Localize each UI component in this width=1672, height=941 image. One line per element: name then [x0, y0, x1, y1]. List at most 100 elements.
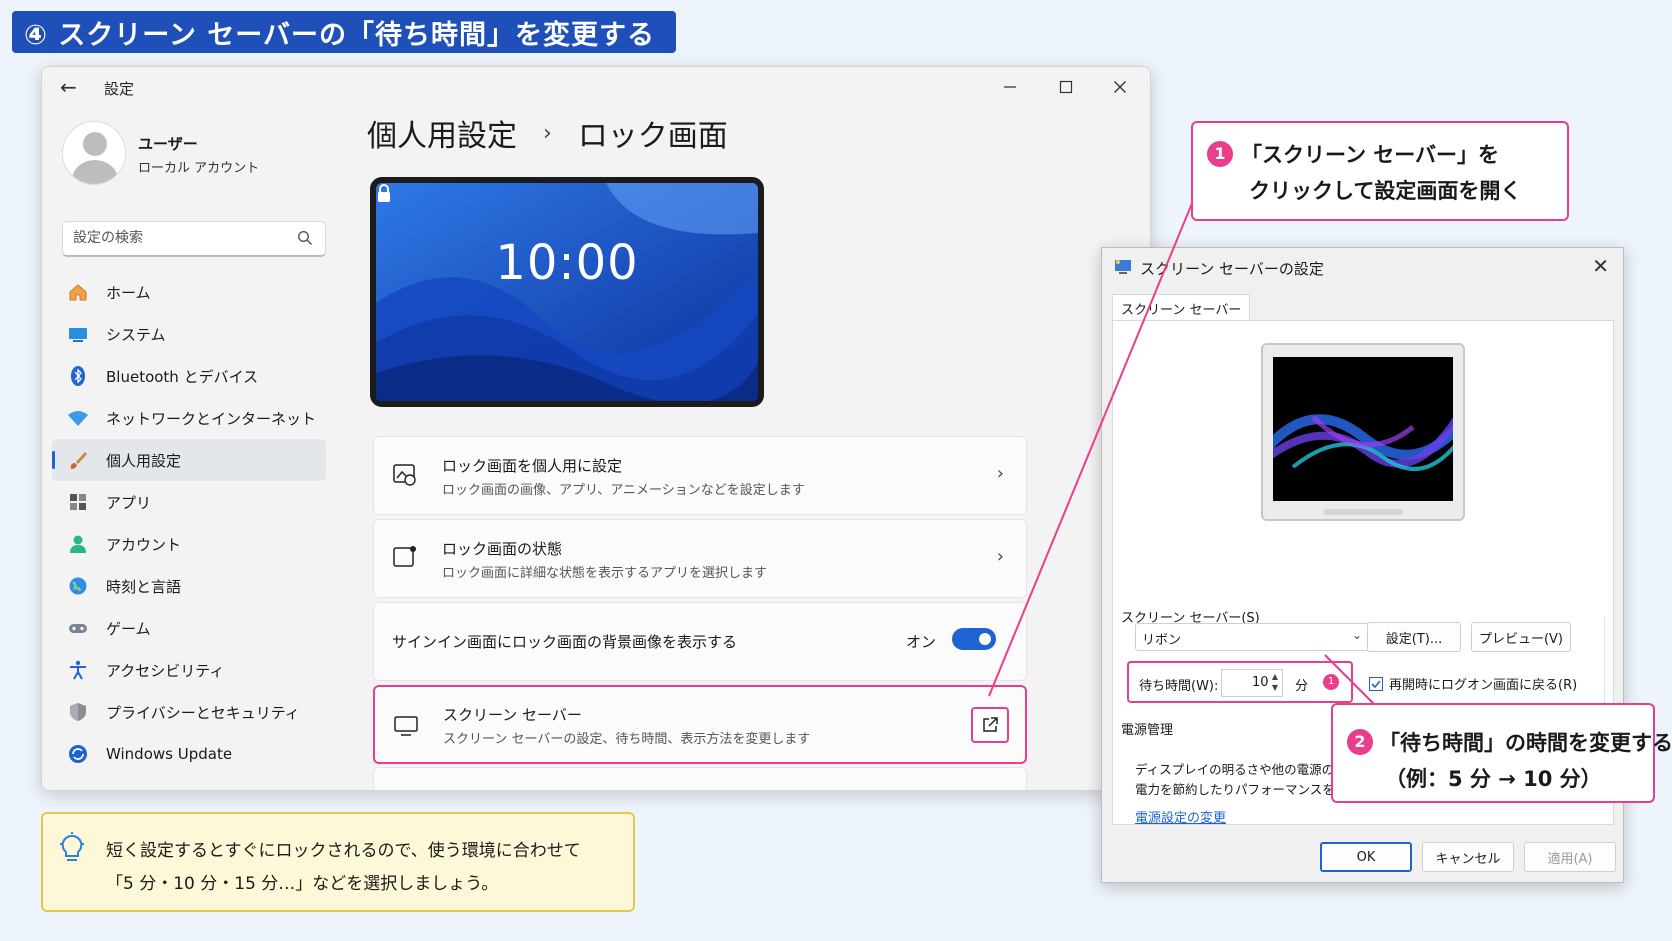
banner-title: ④ スクリーン セーバーの「待ち時間」を変更する [24, 19, 656, 51]
callout-text: クリックして設定画面を開く [1249, 179, 1522, 203]
tip-text: 短く設定するとすぐにロックされるので、使う環境に合わせて [106, 841, 581, 861]
close-button[interactable] [1094, 71, 1146, 103]
update-icon [66, 742, 90, 766]
step-number: 2 [1347, 729, 1373, 755]
search-icon[interactable] [297, 230, 313, 246]
accessibility-icon [66, 658, 90, 682]
spin-arrows-icon[interactable]: ▲ ▼ [1272, 671, 1278, 693]
minimize-button[interactable] [984, 71, 1036, 103]
globe-icon [66, 574, 90, 598]
settings-button[interactable]: 設定(T)... [1367, 622, 1461, 652]
preview-button[interactable]: プレビュー(V) [1471, 622, 1571, 652]
page-title: ロック画面 [577, 119, 728, 154]
step-number: 1 [1207, 141, 1233, 167]
status-window-icon [393, 546, 416, 567]
user-profile[interactable]: ユーザー ローカル アカウント [62, 121, 322, 191]
lock-screen-time: 10:00 [495, 235, 639, 291]
power-description: 電力を節約したりパフォーマンスを最 [1135, 782, 1348, 797]
selected-screen-saver: リボン [1142, 633, 1182, 648]
bluetooth-icon [66, 364, 90, 388]
tip-text: 「5 分・10 分・15 分…」などを選択しましょう。 [106, 874, 499, 894]
callout-text: （例：5 分 → 10 分） [1385, 767, 1602, 791]
breadcrumb-parent[interactable]: 個人用設定 [367, 111, 517, 155]
user-name: ユーザー [138, 135, 198, 153]
apps-icon [66, 490, 90, 514]
sidebar-item-home[interactable]: ホーム [52, 271, 326, 313]
lightbulb-icon [60, 832, 84, 861]
tip-box: 短く設定するとすぐにロックされるので、使う環境に合わせて 「5 分・10 分・1… [41, 812, 635, 912]
system-icon [66, 322, 90, 346]
ok-button[interactable]: OK [1320, 842, 1412, 872]
card-title: ロック画面の状態 [442, 540, 563, 558]
title-bar: ← 設定 [42, 67, 1150, 109]
monitor-preview [1261, 343, 1465, 521]
wait-time-stepper[interactable]: 10 ▲ ▼ [1221, 669, 1283, 697]
wait-time-group: 待ち時間(W): 10 ▲ ▼ 分 1 [1127, 661, 1353, 703]
breadcrumb-separator: › [543, 120, 552, 146]
external-link-icon [983, 717, 998, 732]
sidebar-item-windows-update[interactable]: Windows Update [52, 733, 326, 775]
gamepad-icon [66, 616, 90, 640]
back-arrow-icon[interactable]: ← [60, 75, 77, 99]
sidebar-item-label: 個人用設定 [106, 451, 182, 470]
resume-logon-checkbox[interactable]: 再開時にログオン画面に戻る(R) [1369, 674, 1577, 693]
breadcrumb: 個人用設定 › ロック画面 [367, 111, 728, 155]
power-settings-link[interactable]: 電源設定の変更 [1135, 807, 1226, 826]
checkbox-checked-icon[interactable] [1369, 676, 1383, 691]
card-description: ロック画面の画像、アプリ、アニメーションなどを設定します [442, 483, 805, 498]
card-title: スクリーン セーバー [443, 706, 582, 724]
signin-background-toggle[interactable] [952, 628, 996, 650]
page-banner: ④ スクリーン セーバーの「待ち時間」を変更する [12, 11, 676, 53]
chevron-down-icon: ⌄ [1351, 628, 1362, 642]
screen-saver-card[interactable]: スクリーン セーバー スクリーン セーバーの設定、待ち時間、表示方法を変更します [373, 685, 1027, 764]
wait-time-value: 10 [1252, 675, 1269, 690]
search-input[interactable] [63, 222, 283, 254]
sidebar-item-apps[interactable]: アプリ [52, 481, 326, 523]
wallpaper-image [376, 183, 758, 401]
shield-icon [66, 700, 90, 724]
chevron-right-icon: › [996, 463, 1004, 484]
screen-saver-select[interactable]: リボン ⌄ [1135, 623, 1371, 651]
callout-text: 「待ち時間」の時間を変更する [1379, 731, 1672, 755]
wait-time-label: 待ち時間(W): [1139, 679, 1219, 694]
network-icon [66, 406, 90, 430]
more-card [373, 767, 1027, 790]
callout-step-1: 1 「スクリーン セーバー」を クリックして設定画面を開く [1191, 121, 1569, 221]
card-title: ロック画面を個人用に設定 [442, 457, 623, 475]
callout-text: 「スクリーン セーバー」を [1241, 143, 1500, 167]
toggle-state-label: オン [905, 633, 936, 651]
dialog-title: スクリーン セーバーの設定 [1140, 260, 1324, 278]
sidebar-item-privacy[interactable]: プライバシーとセキュリティ [52, 691, 326, 733]
open-external-button[interactable] [971, 707, 1009, 743]
personalize-lock-screen-card[interactable]: ロック画面を個人用に設定 ロック画面の画像、アプリ、アニメーションなどを設定しま… [373, 436, 1027, 515]
sidebar-item-label: プライバシーとセキュリティ [106, 703, 300, 722]
sidebar-item-label: アプリ [106, 493, 152, 512]
sidebar-item-network[interactable]: ネットワークとインターネット [52, 397, 326, 439]
screen-saver-preview [1273, 357, 1453, 501]
power-description: ディスプレイの明るさや他の電源の設 [1135, 762, 1347, 777]
card-description: スクリーン セーバーの設定、待ち時間、表示方法を変更します [443, 732, 811, 747]
sidebar-item-gaming[interactable]: ゲーム [52, 607, 326, 649]
lock-screen-preview: 10:00 [370, 177, 764, 407]
search-box[interactable] [62, 221, 326, 257]
tab-screen-saver[interactable]: スクリーン セーバー [1112, 294, 1251, 322]
home-icon [66, 280, 90, 304]
sidebar-item-accessibility[interactable]: アクセシビリティ [52, 649, 326, 691]
sidebar-item-personalization[interactable]: 個人用設定 [52, 439, 326, 481]
sidebar-item-label: ホーム [106, 283, 151, 302]
maximize-button[interactable] [1040, 71, 1092, 103]
lock-screen-status-card[interactable]: ロック画面の状態 ロック画面に詳細な状態を表示するアプリを選択します › [373, 519, 1027, 598]
monitor-icon [394, 716, 418, 736]
sidebar-item-time-language[interactable]: 時刻と言語 [52, 565, 326, 607]
sidebar-item-label: Windows Update [106, 745, 233, 763]
account-type: ローカル アカウント [138, 161, 260, 176]
sidebar-item-system[interactable]: システム [52, 313, 326, 355]
sidebar-item-bluetooth[interactable]: Bluetooth とデバイス [52, 355, 326, 397]
window-title: 設定 [104, 80, 135, 98]
lock-icon [378, 184, 390, 202]
sidebar-item-accounts[interactable]: アカウント [52, 523, 326, 565]
cancel-button[interactable]: キャンセル [1422, 842, 1514, 872]
apply-button[interactable]: 適用(A) [1524, 842, 1616, 872]
sidebar-item-label: アカウント [106, 535, 182, 554]
dialog-close-button[interactable]: ✕ [1592, 254, 1609, 278]
